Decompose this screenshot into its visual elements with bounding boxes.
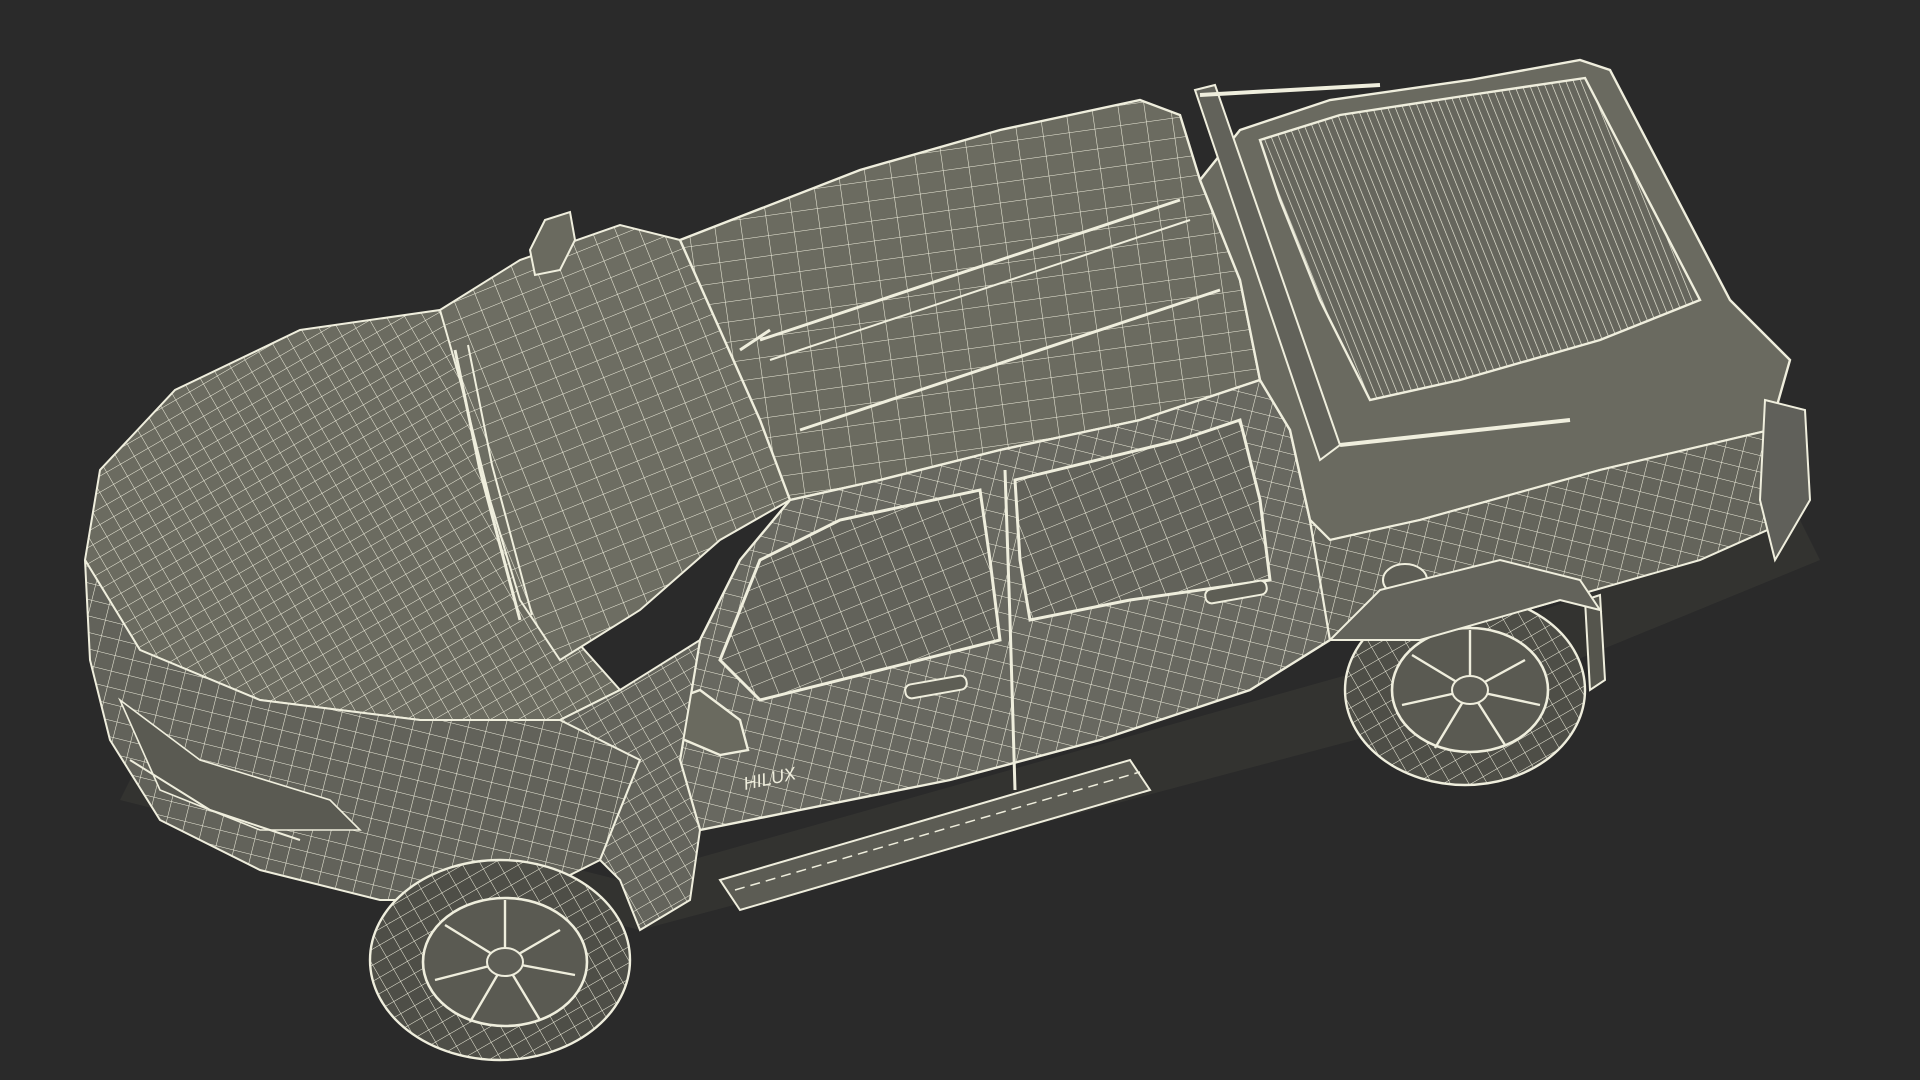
- wireframe-render: HILUX: [83, 58, 1820, 1062]
- viewport: HILUX: [0, 0, 1920, 1080]
- front-wheel: [368, 858, 632, 1062]
